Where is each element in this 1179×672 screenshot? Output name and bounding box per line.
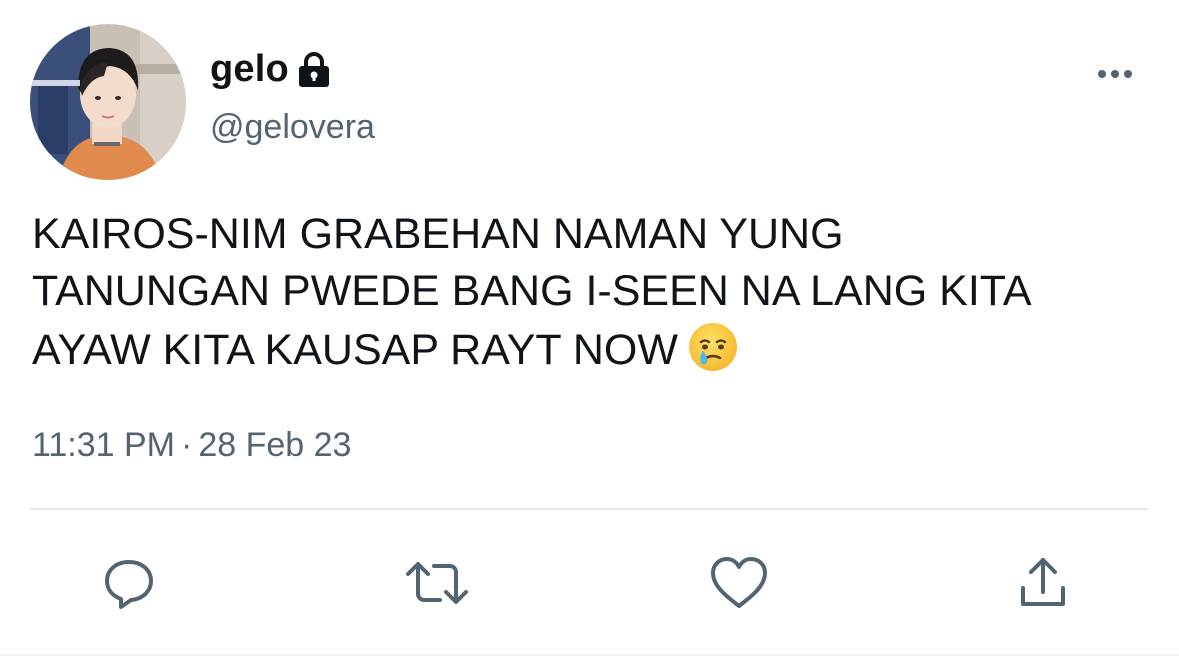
avatar[interactable]: [30, 24, 186, 180]
tweet-text-line: KAIROS-NIM GRABEHAN NAMAN YUNG: [32, 210, 844, 258]
more-options-icon[interactable]: [1094, 62, 1138, 86]
profile-photo: [30, 24, 186, 180]
reply-icon: [105, 560, 153, 609]
user-name-row: gelo: [210, 44, 331, 94]
lock-icon: [297, 51, 331, 89]
tweet-text-line-last: AYAW KITA KAUSAP RAYT NOW: [32, 320, 1162, 379]
heart-icon: [711, 557, 767, 608]
tweet-text-line: TANUNGAN PWEDE BANG I-SEEN NA LANG KITA: [32, 267, 1032, 315]
retweet-icon: [406, 562, 468, 604]
tweet-date: 28 Feb 23: [198, 426, 352, 464]
share-button[interactable]: [1010, 550, 1076, 616]
timestamp-separator: ·: [181, 426, 193, 464]
retweet-button[interactable]: [404, 550, 470, 616]
tweet-timestamp[interactable]: 11:31 PM · 28 Feb 23: [32, 426, 351, 465]
tweet-text: KAIROS-NIM GRABEHAN NAMAN YUNG TANUNGAN …: [32, 206, 1162, 379]
divider: [30, 508, 1148, 510]
tweet-time: 11:31 PM: [32, 426, 176, 464]
like-button[interactable]: [706, 550, 772, 616]
share-icon: [1021, 558, 1065, 606]
user-handle[interactable]: @gelovera: [210, 108, 375, 147]
reply-button[interactable]: [96, 550, 162, 616]
face-holding-back-tears-emoji: [686, 320, 740, 374]
display-name[interactable]: gelo: [210, 48, 289, 91]
tweet-text-line: AYAW KITA KAUSAP RAYT NOW: [32, 326, 678, 374]
bottom-divider: [0, 654, 1179, 656]
